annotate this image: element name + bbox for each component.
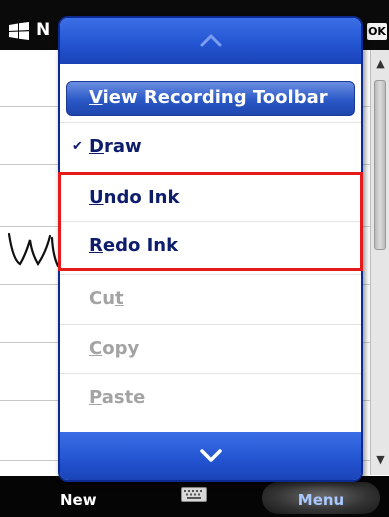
window-title: N — [36, 20, 51, 40]
menu-scroll-down[interactable] — [60, 432, 361, 480]
menu-item-accel: U — [89, 187, 104, 208]
menu-scroll-up[interactable] — [60, 18, 361, 64]
menu-item-accel: D — [89, 136, 104, 157]
menu-item-label: aste — [101, 387, 146, 408]
menu-item-undo-ink[interactable]: Undo Ink — [60, 173, 361, 221]
menu-softkey-label: Menu — [297, 491, 345, 509]
menu-softkey[interactable]: Menu — [262, 482, 380, 514]
menu-item-draw[interactable]: ✔ Draw — [60, 122, 361, 170]
checkmark-icon: ✔ — [72, 139, 83, 154]
chevron-up-icon — [200, 34, 221, 47]
menu-item-highlight: View Recording Toolbar — [66, 81, 355, 116]
softkey-bar: New Menu — [0, 476, 389, 517]
context-menu: View Recording Toolbar ✔ Draw Undo Ink R… — [58, 16, 363, 482]
menu-item-accel: C — [89, 338, 103, 359]
menu-item-accel: t — [115, 288, 124, 309]
vertical-scrollbar[interactable]: ▲ ▼ — [370, 50, 389, 475]
new-softkey[interactable]: New — [60, 491, 97, 509]
menu-item-label: Cu — [89, 288, 116, 309]
menu-item-label: iew Recording Toolbar — [102, 87, 328, 108]
menu-item-redo-ink[interactable]: Redo Ink — [60, 221, 361, 269]
menu-item-copy: Copy — [60, 324, 361, 372]
scroll-down-arrow-icon[interactable]: ▼ — [373, 452, 388, 467]
menu-item-label: ndo Ink — [103, 187, 180, 208]
menu-item-accel: V — [89, 87, 103, 108]
menu-item-accel: R — [89, 235, 103, 256]
menu-item-view-recording-toolbar[interactable]: View Recording Toolbar — [60, 74, 361, 122]
keyboard-icon[interactable] — [181, 487, 207, 502]
ok-button[interactable]: OK — [367, 23, 387, 40]
windows-flag-icon[interactable] — [8, 22, 30, 40]
scroll-up-arrow-icon[interactable]: ▲ — [373, 56, 388, 71]
menu-item-label: edo Ink — [102, 235, 179, 256]
menu-item-label: opy — [102, 338, 140, 359]
menu-item-label: raw — [103, 136, 142, 157]
menu-item-paste: Paste — [60, 373, 361, 421]
scrollbar-thumb[interactable] — [374, 80, 386, 250]
menu-item-accel: P — [89, 387, 102, 408]
chevron-down-icon — [199, 449, 222, 462]
ink-stroke — [7, 232, 60, 268]
menu-item-cut: Cut — [60, 274, 361, 322]
